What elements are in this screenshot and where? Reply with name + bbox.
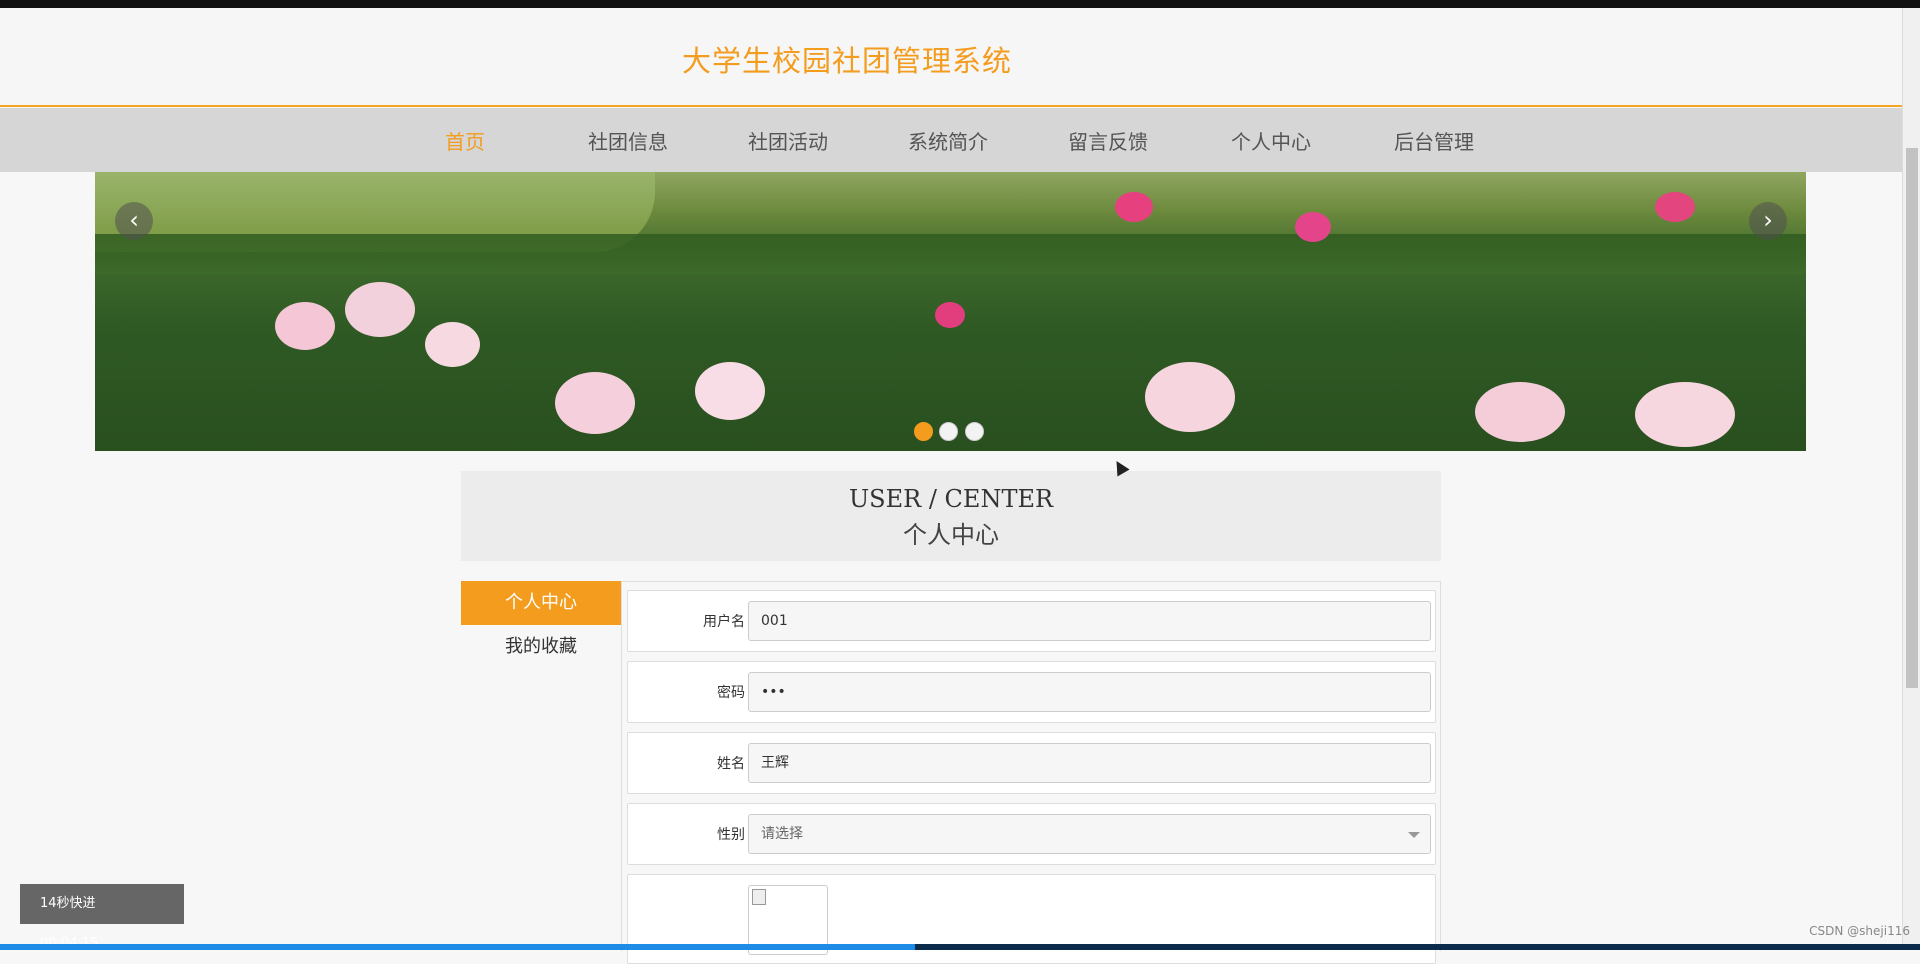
username-label: 用户名 [703, 614, 745, 630]
gender-select-value: 请选择 [761, 826, 803, 842]
banner-flower [1635, 382, 1735, 447]
password-label: 密码 [717, 685, 745, 701]
user-info-form: 用户名 001 密码 ••• 姓名 王辉 性别 请选择 [621, 581, 1441, 964]
banner-image-hedge [95, 234, 1806, 274]
nav-item-admin[interactable]: 后台管理 [1394, 126, 1474, 155]
banner-flower [1655, 192, 1695, 222]
video-progress-fill [0, 944, 915, 950]
banner-flower [1115, 192, 1153, 222]
section-heading-cn: 个人中心 [903, 521, 999, 549]
page-scrollbar[interactable] [1902, 8, 1920, 944]
form-row-username: 用户名 001 [627, 590, 1436, 652]
banner-carousel[interactable]: ‹ › [95, 172, 1806, 451]
banner-flower [1295, 212, 1331, 242]
nav-item-club-activities[interactable]: 社团活动 [748, 126, 828, 155]
nav-item-system-intro[interactable]: 系统简介 [908, 126, 988, 155]
gender-select[interactable]: 请选择 [748, 814, 1431, 854]
gender-label: 性别 [717, 827, 745, 843]
window-top-bar [0, 0, 1920, 8]
username-input[interactable]: 001 [748, 601, 1431, 641]
name-label: 姓名 [717, 756, 745, 772]
chevron-down-icon [1408, 832, 1420, 838]
watermark: CSDN @sheji116 [1809, 924, 1910, 938]
form-row-avatar [627, 874, 1436, 964]
site-title: 大学生校园社团管理系统 [682, 44, 1013, 78]
carousel-dot-3[interactable] [965, 422, 984, 441]
video-progress-overlay: 14秒快进 00:04:15 [20, 884, 184, 951]
carousel-dot-2[interactable] [939, 422, 958, 441]
user-sidebar: 个人中心 我的收藏 [461, 581, 621, 669]
carousel-dot-1[interactable] [914, 422, 933, 441]
banner-flower [275, 302, 335, 350]
nav-item-home[interactable]: 首页 [445, 126, 485, 155]
banner-flower [695, 362, 765, 420]
form-row-password: 密码 ••• [627, 661, 1436, 723]
chevron-left-icon: ‹ [129, 206, 139, 234]
banner-flower [425, 322, 480, 367]
nav-item-feedback[interactable]: 留言反馈 [1068, 126, 1148, 155]
carousel-next-button[interactable]: › [1749, 202, 1787, 240]
form-row-gender: 性别 请选择 [627, 803, 1436, 865]
name-input[interactable]: 王辉 [748, 743, 1431, 783]
password-input[interactable]: ••• [748, 672, 1431, 712]
video-speed-label: 14秒快进 [40, 896, 96, 911]
carousel-prev-button[interactable]: ‹ [115, 202, 153, 240]
section-heading-en: USER / CENTER [848, 485, 1054, 513]
banner-flower [935, 302, 965, 328]
broken-image-icon [752, 889, 766, 905]
section-heading: USER / CENTER 个人中心 [461, 471, 1441, 561]
banner-flower [1475, 382, 1565, 442]
banner-flower [555, 372, 635, 434]
form-row-name: 姓名 王辉 [627, 732, 1436, 794]
main-nav: 首页 社团信息 社团活动 系统简介 留言反馈 个人中心 后台管理 [0, 108, 1902, 172]
banner-flower [1145, 362, 1235, 432]
banner-flower [345, 282, 415, 337]
video-progress-bar[interactable] [0, 944, 1920, 950]
sidebar-item-user-center[interactable]: 个人中心 [461, 581, 621, 625]
sidebar-item-favorites[interactable]: 我的收藏 [461, 625, 621, 669]
chevron-right-icon: › [1763, 206, 1773, 234]
nav-item-club-info[interactable]: 社团信息 [588, 126, 668, 155]
site-header: 大学生校园社团管理系统 [0, 8, 1902, 107]
scrollbar-thumb[interactable] [1906, 148, 1918, 688]
nav-item-user-center[interactable]: 个人中心 [1231, 126, 1311, 155]
